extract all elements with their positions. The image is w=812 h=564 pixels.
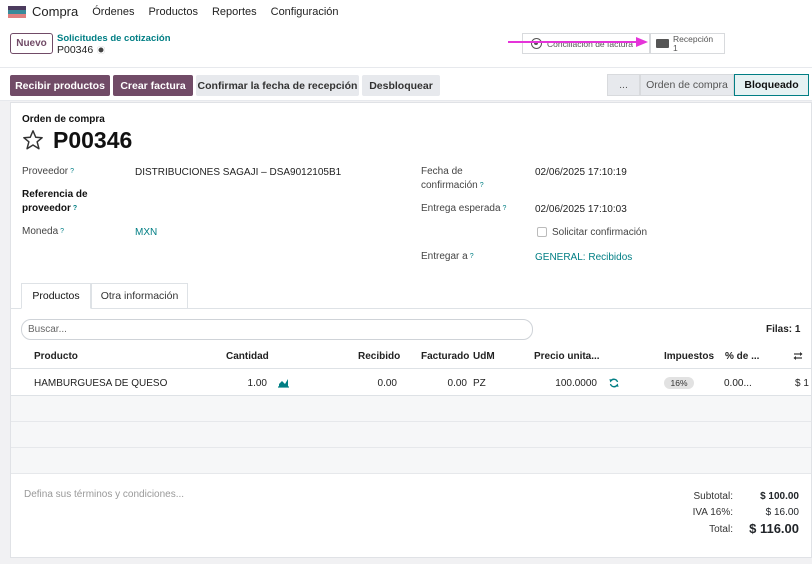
currency-label: Moneda? — [22, 226, 65, 237]
deliver-to-label: Entregar a? — [421, 251, 474, 262]
row-discount[interactable]: 0.00... — [724, 378, 752, 389]
vendor-ref-label: Referencia de proveedor? — [22, 189, 88, 214]
gear-icon[interactable] — [97, 46, 106, 54]
row-invoiced: 0.00 — [447, 378, 467, 389]
purchase-app-icon[interactable] — [8, 5, 26, 18]
request-confirmation-label: Solicitar confirmación — [552, 227, 648, 238]
header-divider — [11, 368, 811, 369]
unlock-button[interactable]: Desbloquear — [362, 75, 440, 96]
menu-reportes[interactable]: Reportes — [212, 6, 257, 18]
refresh-icon[interactable] — [609, 378, 619, 388]
status-locked: Bloqueado — [734, 74, 809, 96]
reception-button[interactable]: Recepción 1 — [650, 33, 725, 54]
menu-ordenes[interactable]: Órdenes — [92, 6, 134, 18]
col-product[interactable]: Producto — [34, 351, 78, 362]
request-confirmation-checkbox[interactable] — [537, 227, 547, 237]
receive-products-button[interactable]: Recibir productos — [10, 75, 110, 96]
action-bar: Recibir productos Crear factura Confirma… — [0, 67, 812, 101]
column-settings-icon[interactable] — [793, 351, 803, 361]
menu-configuracion[interactable]: Configuración — [271, 6, 339, 18]
reception-label: Recepción — [673, 33, 714, 44]
vendor-field[interactable]: DISTRIBUCIONES SAGAJI – DSA9012105B1 — [135, 167, 341, 178]
vendor-ref-field[interactable] — [135, 195, 285, 209]
subtotal-value: $ 100.00 — [760, 491, 799, 502]
col-received[interactable]: Recibido — [358, 351, 400, 362]
row-unit-price[interactable]: 100.0000 — [541, 378, 597, 389]
terms-input[interactable]: Defina sus términos y condiciones... — [24, 489, 184, 500]
expected-delivery-label: Entrega esperada? — [421, 203, 507, 214]
total-value: $ 116.00 — [749, 521, 799, 536]
status-more[interactable]: ... — [607, 74, 640, 96]
annotation-arrow — [508, 37, 648, 47]
breadcrumb-parent[interactable]: Solicitudes de cotización — [57, 33, 171, 44]
row-quantity[interactable]: 1.00 — [216, 378, 267, 389]
status-purchase-order[interactable]: Orden de compra — [640, 74, 734, 96]
breadcrumb-current-label: P00346 — [57, 44, 94, 56]
confirm-date-label: Fecha de confirmación? — [421, 166, 484, 191]
col-quantity[interactable]: Cantidad — [226, 351, 269, 362]
doc-type-label: Orden de compra — [22, 114, 105, 125]
notebook-tabs: Productos Otra información — [11, 283, 811, 309]
breadcrumb-current: P00346 — [57, 44, 106, 56]
form-sheet: Orden de compra P00346 Proveedor? DISTRI… — [10, 102, 812, 558]
rows-count: Filas: 1 — [766, 324, 801, 335]
deliver-to-field[interactable]: GENERAL: Recibidos — [535, 252, 632, 263]
row-uom[interactable]: PZ — [473, 378, 486, 389]
tax-badge[interactable]: 16% — [664, 377, 694, 389]
tab-products[interactable]: Productos — [21, 283, 91, 309]
truck-icon — [656, 39, 669, 48]
row-subtotal: $ 1 — [795, 378, 809, 389]
empty-row — [11, 396, 811, 422]
reception-count: 1 — [673, 42, 678, 53]
top-navbar: Compra Órdenes Productos Reportes Config… — [0, 0, 812, 23]
confirm-reception-date-button[interactable]: Confirmar la fecha de recepción — [196, 75, 359, 96]
row-received[interactable]: 0.00 — [347, 378, 397, 389]
row-product[interactable]: HAMBURGUESA DE QUESO — [34, 378, 167, 389]
create-invoice-button[interactable]: Crear factura — [113, 75, 193, 96]
app-name[interactable]: Compra — [32, 4, 78, 19]
empty-row — [11, 422, 811, 448]
menu-productos[interactable]: Productos — [148, 6, 198, 18]
expected-delivery-field[interactable]: 02/06/2025 17:10:03 — [535, 204, 627, 215]
doc-number: P00346 — [53, 127, 133, 153]
currency-field[interactable]: MXN — [135, 227, 157, 238]
empty-row — [11, 448, 811, 474]
tab-other-info[interactable]: Otra información — [91, 283, 188, 309]
forecast-chart-icon[interactable] — [278, 378, 289, 388]
new-button[interactable]: Nuevo — [10, 33, 53, 54]
col-taxes[interactable]: Impuestos — [664, 351, 714, 362]
confirm-date-field[interactable]: 02/06/2025 17:10:19 — [535, 167, 627, 178]
control-panel: Nuevo Solicitudes de cotización P00346 C… — [0, 23, 812, 67]
vendor-label: Proveedor? — [22, 166, 75, 177]
tax-value: $ 16.00 — [765, 507, 799, 518]
col-discount[interactable]: % de ... — [725, 351, 759, 362]
star-icon[interactable] — [22, 129, 44, 151]
col-invoiced[interactable]: Facturado — [421, 351, 469, 362]
col-uom[interactable]: UdM — [473, 351, 495, 362]
lines-search-input[interactable]: Buscar... — [21, 319, 533, 340]
col-unit-price[interactable]: Precio unita... — [534, 351, 600, 362]
status-bar: ... Orden de compra Bloqueado — [607, 74, 809, 96]
